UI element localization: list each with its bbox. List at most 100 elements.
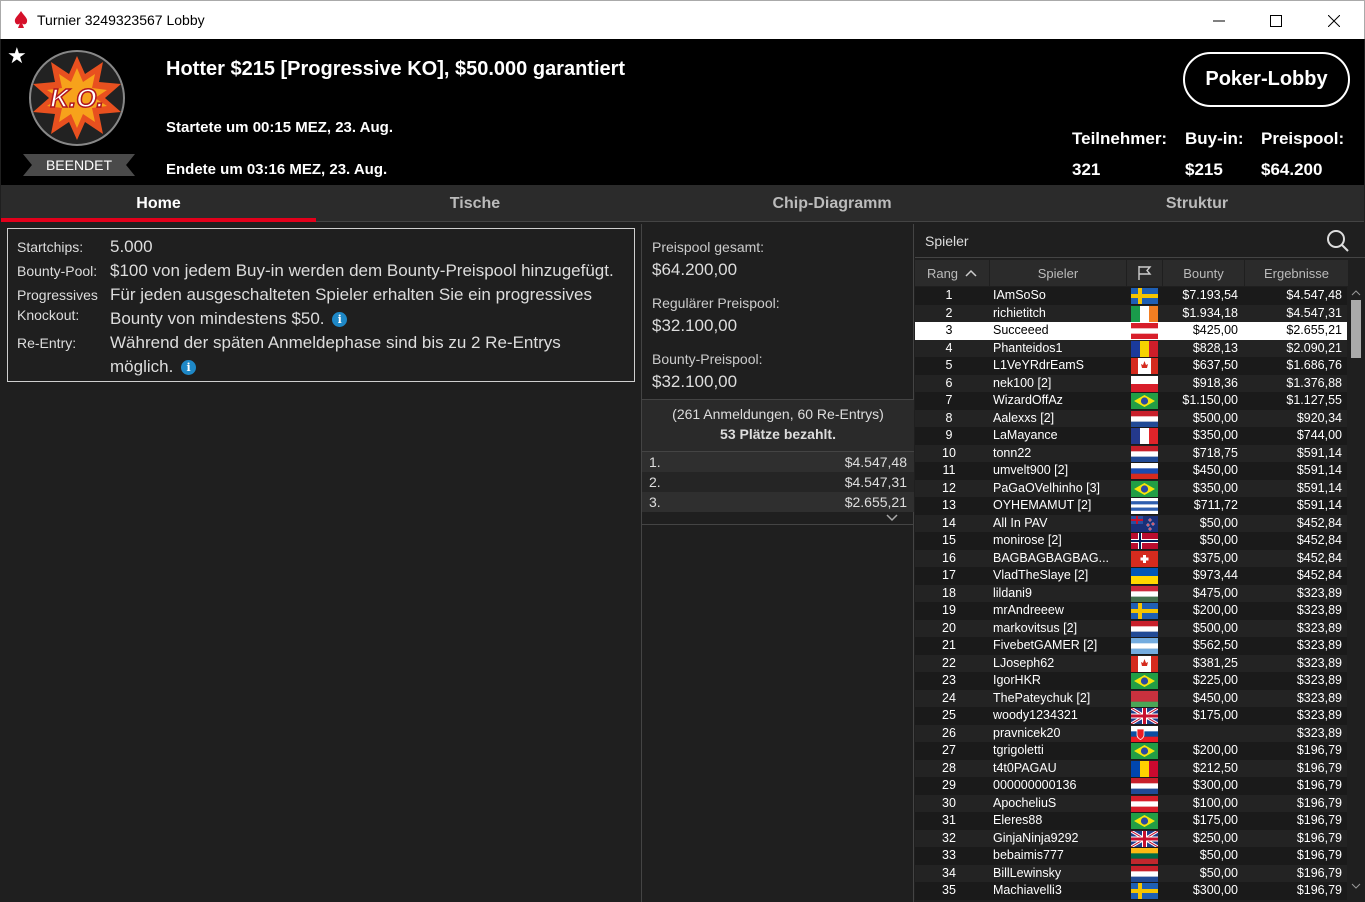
startchips-value: 5.000: [110, 237, 153, 256]
player-name: markovitsus [2]: [993, 620, 1078, 635]
column-country[interactable]: [1127, 260, 1163, 286]
player-row[interactable]: 5 L1VeYRdrEamS $637,50 $1.686,76: [915, 357, 1347, 375]
player-row[interactable]: 1 IAmSoSo $7.193,54 $4.547,48: [915, 287, 1347, 305]
country-flag-ca-icon: [1131, 358, 1158, 374]
bounty-pool-label: Bounty-Pool:: [17, 263, 98, 279]
player-rank: 18: [942, 585, 956, 600]
ko-logo-icon: K.O.: [29, 50, 125, 146]
player-row[interactable]: 20 markovitsus [2] $500,00 $323,89: [915, 619, 1347, 637]
player-name: 000000000136: [993, 778, 1077, 792]
player-rank: 29: [942, 778, 956, 792]
column-bounty[interactable]: Bounty: [1163, 260, 1245, 286]
player-row[interactable]: 23 IgorHKR $225,00 $323,89: [915, 672, 1347, 690]
player-row[interactable]: 29 000000000136 $300,00 $196,79: [915, 777, 1347, 795]
player-row[interactable]: 12 PaGaOVelhinho [3] $350,00 $591,14: [915, 479, 1347, 497]
player-row[interactable]: 27 tgrigoletti $200,00 $196,79: [915, 742, 1347, 760]
scrollbar-thumb[interactable]: [1351, 300, 1361, 358]
player-row[interactable]: 10 tonn22 $718,75 $591,14: [915, 444, 1347, 462]
country-flag-br-icon: [1131, 393, 1158, 409]
tab-home[interactable]: Home: [1, 185, 316, 222]
tournament-lobby-window: Turnier 3249323567 Lobby ★ K.O. BEENDET …: [0, 0, 1365, 902]
ko-logo-text: K.O.: [50, 83, 103, 113]
player-rank: 7: [945, 393, 953, 407]
column-player[interactable]: Spieler: [990, 260, 1127, 286]
player-row[interactable]: 34 BillLewinsky $50,00 $196,79: [915, 864, 1347, 882]
country-flag-se-icon: [1131, 603, 1158, 619]
player-rank: 25: [942, 708, 956, 722]
column-results[interactable]: Ergebnisse: [1245, 260, 1349, 286]
scroll-down-icon[interactable]: [1351, 882, 1361, 890]
player-row[interactable]: 30 ApocheliuS $100,00 $196,79: [915, 794, 1347, 812]
tab-chip-chart[interactable]: Chip-Diagramm: [634, 185, 1030, 222]
country-flag-se-icon: [1131, 883, 1158, 899]
player-row[interactable]: 4 Phanteidos1 $828,13 $2.090,21: [915, 339, 1347, 357]
close-button[interactable]: [1305, 1, 1363, 40]
poker-lobby-button[interactable]: Poker-Lobby: [1183, 52, 1350, 107]
info-icon[interactable]: i: [332, 312, 348, 327]
favorite-star-icon[interactable]: ★: [7, 45, 27, 67]
player-row[interactable]: 24 ThePateychuk [2] $450,00 $323,89: [915, 689, 1347, 707]
tab-structure[interactable]: Struktur: [1030, 185, 1364, 222]
player-row[interactable]: 17 VladTheSlaye [2] $973,44 $452,84: [915, 567, 1347, 585]
player-row[interactable]: 26 pravnicek20 $323,89: [915, 724, 1347, 742]
player-result: $591,14: [1296, 480, 1342, 495]
player-row[interactable]: 8 Aalexxs [2] $500,00 $920,34: [915, 409, 1347, 427]
player-result: $323,89: [1296, 638, 1342, 652]
prizepool-value: $64.200: [1261, 160, 1323, 179]
player-result: $196,79: [1296, 795, 1342, 810]
player-row[interactable]: 35 Machiavelli3 $300,00 $196,79: [915, 882, 1347, 900]
country-flag-br-icon: [1131, 813, 1158, 829]
player-row[interactable]: 7 WizardOffAz $1.150,00 $1.127,55: [915, 392, 1347, 410]
buyin-label: Buy-in:: [1185, 129, 1244, 148]
player-row[interactable]: 11 umvelt900 [2] $450,00 $591,14: [915, 462, 1347, 480]
player-row[interactable]: 18 lildani9 $475,00 $323,89: [915, 584, 1347, 602]
player-name: umvelt900 [2]: [993, 463, 1069, 477]
player-row[interactable]: 6 nek100 [2] $918,36 $1.376,88: [915, 374, 1347, 392]
player-bounty: $637,50: [1192, 358, 1238, 372]
minimize-button[interactable]: [1190, 1, 1248, 40]
tab-tables[interactable]: Tische: [316, 185, 634, 222]
info-icon[interactable]: i: [181, 360, 197, 375]
player-result: $452,84: [1296, 533, 1342, 547]
player-row[interactable]: 32 GinjaNinja9292 $250,00 $196,79: [915, 829, 1347, 847]
player-row[interactable]: 28 t4t0PAGAU $212,50 $196,79: [915, 759, 1347, 777]
player-row[interactable]: 2 richietitch $1.934,18 $4.547,31: [915, 304, 1347, 322]
player-row[interactable]: 13 OYHEMAMUT [2] $711,72 $591,14: [915, 497, 1347, 515]
player-row[interactable]: 16 BAGBAGBAGBAG... $375,00 $452,84: [915, 549, 1347, 567]
player-bounty: $718,75: [1192, 445, 1238, 460]
player-name: PaGaOVelhinho [3]: [993, 480, 1101, 495]
player-result: $196,79: [1296, 778, 1342, 792]
player-row[interactable]: 14 All In PAV $50,00 $452,84: [915, 514, 1347, 532]
player-rank: 20: [942, 620, 956, 635]
column-rank[interactable]: Rang: [915, 260, 990, 286]
player-rank: 12: [942, 480, 956, 495]
player-result: $452,84: [1296, 515, 1342, 530]
prizepool-panel: Preispool gesamt: $64.200,00 Regulärer P…: [641, 224, 914, 902]
country-flag-br-icon: [1131, 480, 1158, 497]
player-row[interactable]: 22 LJoseph62 $381,25 $323,89: [915, 654, 1347, 672]
maximize-button[interactable]: [1247, 1, 1305, 40]
scrollbar[interactable]: [1348, 287, 1365, 902]
player-name: Eleres88: [993, 813, 1043, 827]
player-bounty: $175,00: [1192, 708, 1238, 722]
player-name: Phanteidos1: [993, 340, 1063, 355]
payout-place: 3.: [649, 494, 661, 510]
player-row[interactable]: 15 monirose [2] $50,00 $452,84: [915, 532, 1347, 550]
player-row[interactable]: 21 FivebetGAMER [2] $562,50 $323,89: [915, 637, 1347, 655]
player-row[interactable]: 25 woody1234321 $175,00 $323,89: [915, 707, 1347, 725]
chevron-down-icon[interactable]: [886, 514, 898, 522]
player-row[interactable]: 33 bebaimis777 $50,00 $196,79: [915, 847, 1347, 865]
player-search-bar[interactable]: Spieler: [915, 224, 1365, 258]
search-icon[interactable]: [1326, 229, 1350, 253]
player-rank: 26: [942, 725, 956, 740]
player-rank: 8: [945, 410, 953, 425]
registration-summary: (261 Anmeldungen, 60 Re-Entrys) 53 Plätz…: [642, 399, 914, 452]
player-name: FivebetGAMER [2]: [993, 638, 1098, 652]
player-row[interactable]: 19 mrAndreeew $200,00 $323,89: [915, 602, 1347, 620]
player-row[interactable]: 3 Succeeed $425,00 $2.655,21: [915, 322, 1347, 340]
player-rank: 19: [942, 603, 956, 617]
scroll-up-icon[interactable]: [1351, 289, 1361, 297]
bounty-pool-value: $32.100,00: [652, 372, 738, 391]
player-row[interactable]: 31 Eleres88 $175,00 $196,79: [915, 812, 1347, 830]
player-row[interactable]: 9 LaMayance $350,00 $744,00: [915, 427, 1347, 445]
